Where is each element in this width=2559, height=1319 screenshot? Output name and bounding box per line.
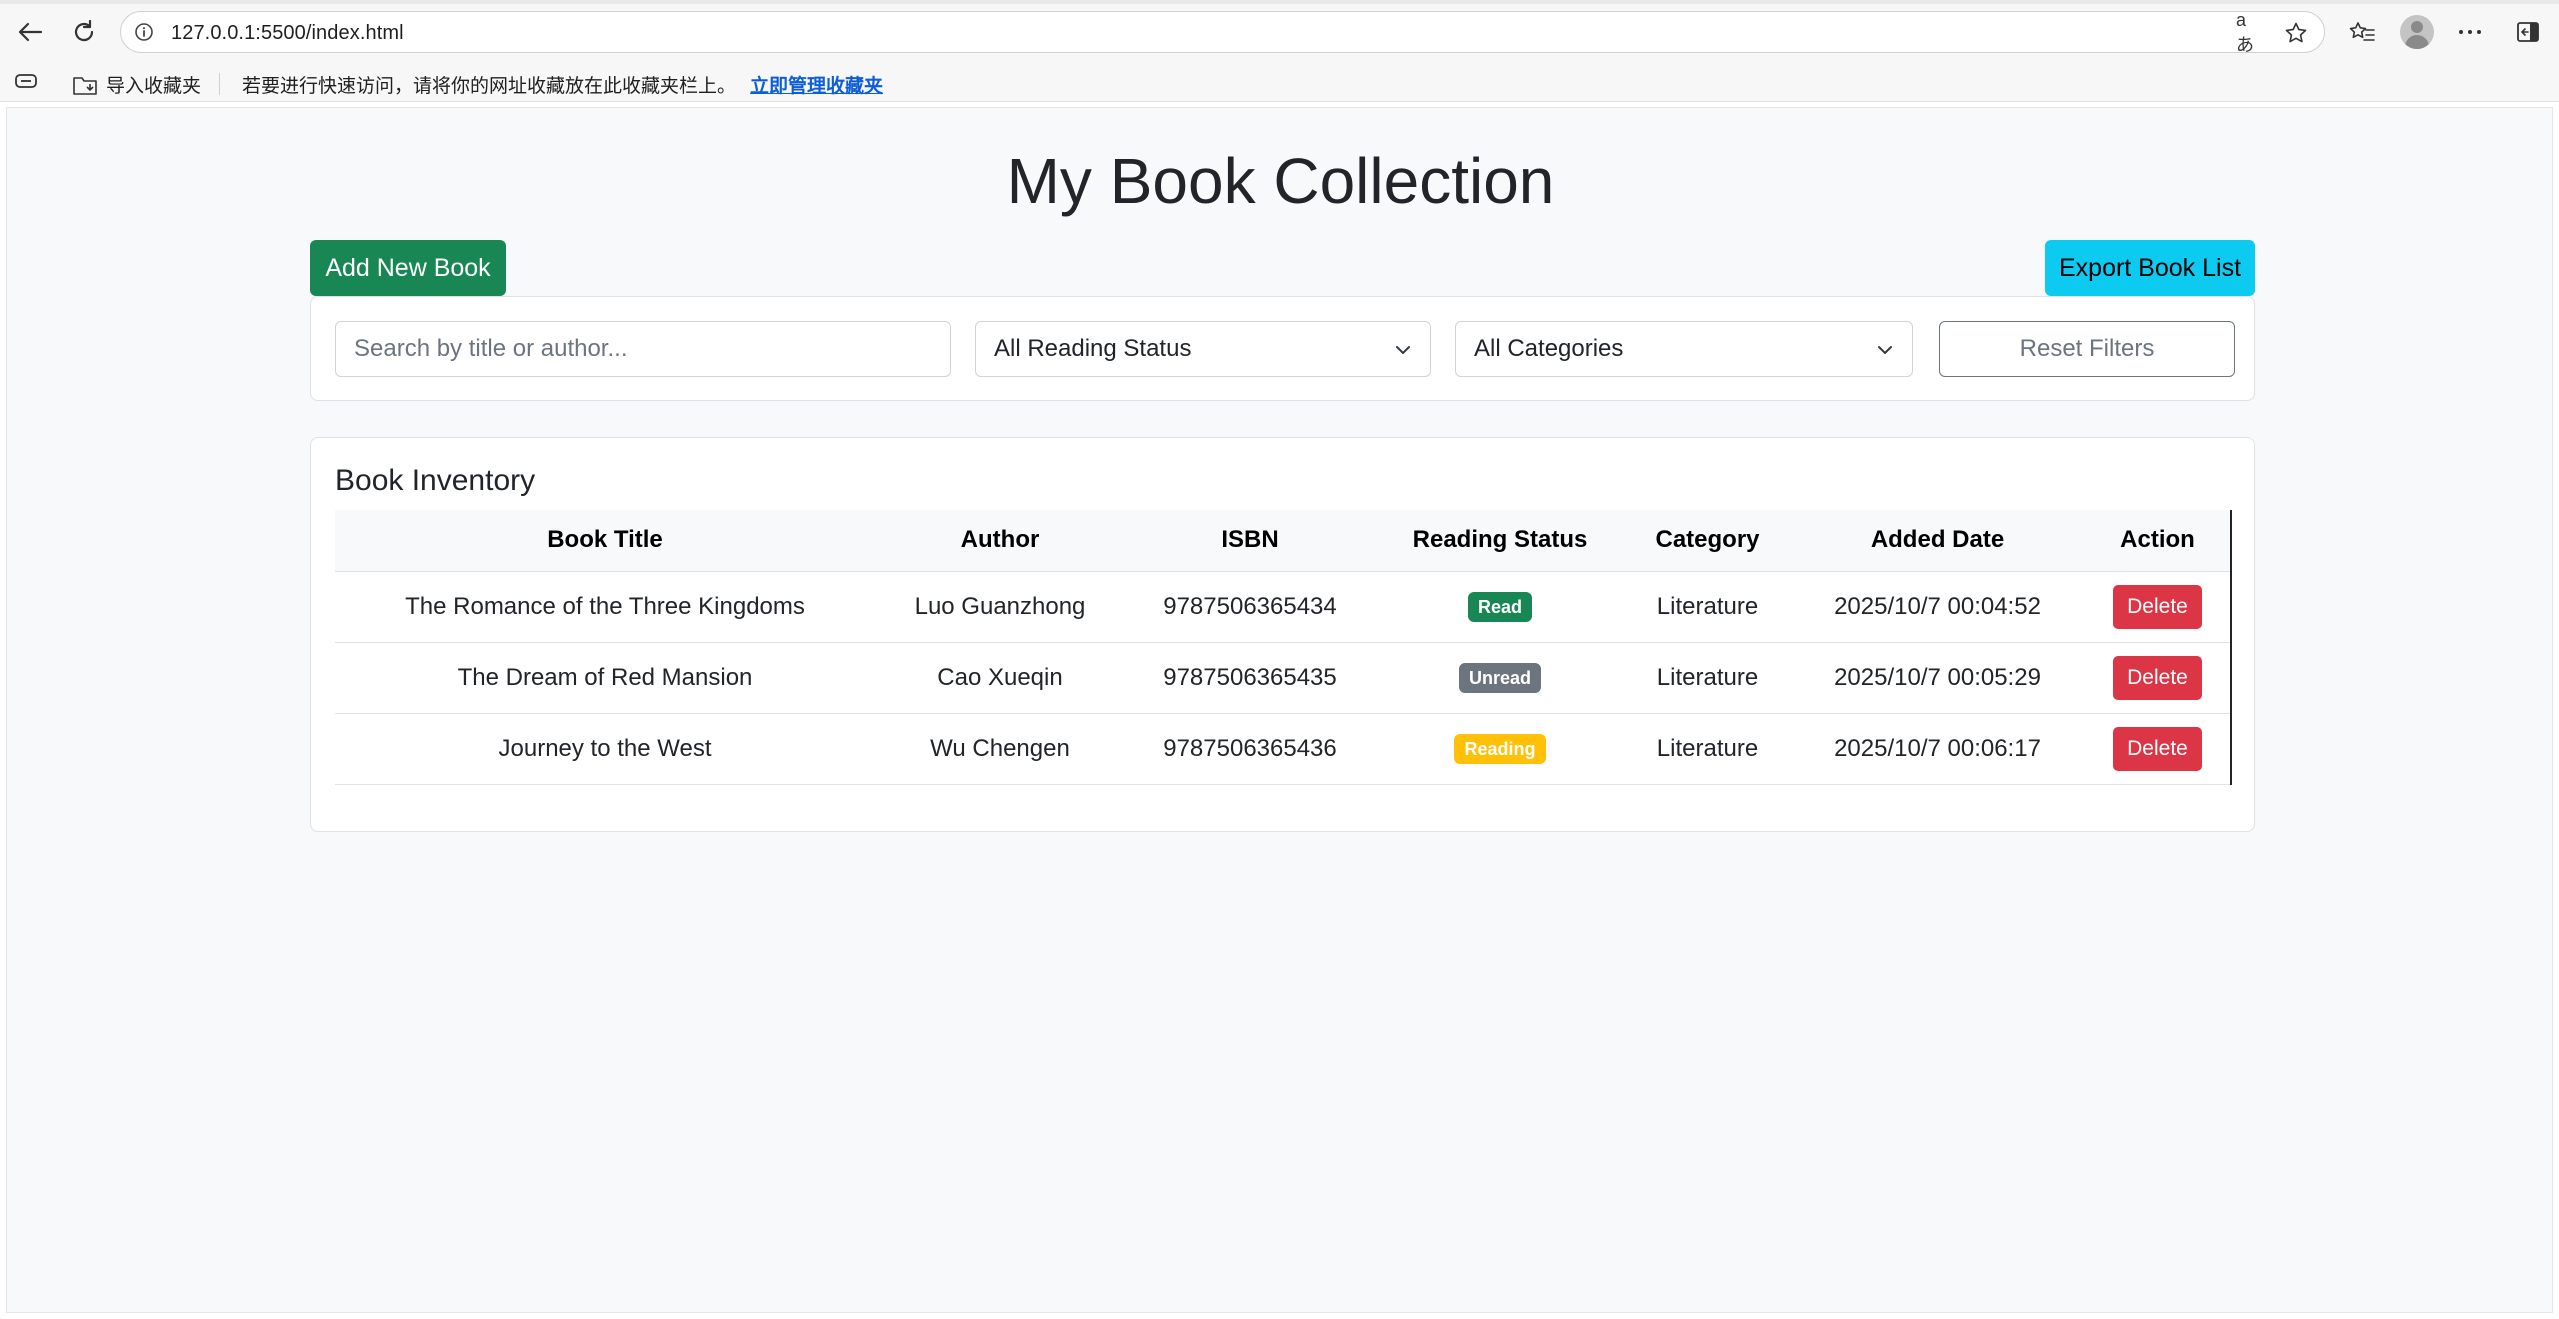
import-folder-icon bbox=[73, 76, 97, 95]
reading-status-select[interactable]: All Reading Status bbox=[975, 321, 1431, 377]
category-select-value: All Categories bbox=[1474, 335, 1624, 362]
cell-title: The Romance of the Three Kingdoms bbox=[335, 571, 875, 643]
column-header-status[interactable]: Reading Status bbox=[1375, 510, 1625, 572]
cell-added-date: 2025/10/7 00:05:29 bbox=[1790, 642, 2085, 714]
export-book-list-button[interactable]: Export Book List bbox=[2045, 240, 2255, 296]
address-bar[interactable]: 127.0.0.1:5500/index.html aあ bbox=[120, 10, 2325, 55]
favorites-icon[interactable] bbox=[2344, 14, 2380, 50]
cell-isbn: 9787506365435 bbox=[1125, 642, 1375, 714]
cell-action: Delete bbox=[2085, 713, 2230, 785]
table-header-row: Book Title Author ISBN Reading Status Ca… bbox=[335, 510, 2230, 572]
delete-button[interactable]: Delete bbox=[2113, 655, 2202, 700]
table-row: Journey to the West Wu Chengen 978750636… bbox=[335, 713, 2230, 785]
tab-strip bbox=[0, 0, 2559, 4]
search-input[interactable]: Search by title or author... bbox=[335, 321, 951, 377]
table-row: The Dream of Red Mansion Cao Xueqin 9787… bbox=[335, 642, 2230, 714]
sidebar-toggle-icon[interactable] bbox=[2510, 14, 2546, 50]
cell-status: Unread bbox=[1375, 642, 1625, 714]
filter-card: Search by title or author... All Reading… bbox=[310, 296, 2255, 401]
cell-added-date: 2025/10/7 00:04:52 bbox=[1790, 571, 2085, 643]
bookmarks-menu-icon[interactable] bbox=[14, 70, 38, 92]
column-header-title[interactable]: Book Title bbox=[335, 510, 875, 572]
reload-button[interactable] bbox=[66, 14, 102, 50]
delete-button[interactable]: Delete bbox=[2113, 726, 2202, 771]
cell-status: Read bbox=[1375, 571, 1625, 643]
cell-action: Delete bbox=[2085, 571, 2230, 643]
inventory-title: Book Inventory bbox=[335, 464, 536, 497]
add-book-button[interactable]: Add New Book bbox=[310, 240, 506, 296]
column-header-isbn[interactable]: ISBN bbox=[1125, 510, 1375, 572]
column-header-action: Action bbox=[2085, 510, 2230, 572]
column-header-added-date[interactable]: Added Date bbox=[1790, 510, 2085, 572]
site-info-icon[interactable] bbox=[133, 21, 155, 43]
cell-title: The Dream of Red Mansion bbox=[335, 642, 875, 714]
cell-author: Luo Guanzhong bbox=[875, 571, 1125, 643]
page-viewport: My Book Collection Add New Book Export B… bbox=[6, 107, 2553, 1313]
reload-icon bbox=[74, 19, 94, 42]
read-aloud-icon[interactable]: aあ bbox=[2236, 10, 2262, 55]
cell-isbn: 9787506365436 bbox=[1125, 713, 1375, 785]
chevron-down-icon bbox=[1878, 346, 1892, 354]
back-button[interactable] bbox=[12, 14, 48, 50]
cell-author: Wu Chengen bbox=[875, 713, 1125, 785]
more-menu-icon[interactable] bbox=[2452, 14, 2488, 50]
cell-status: Reading bbox=[1375, 713, 1625, 785]
inventory-card: Book Inventory Book Title Author ISBN Re… bbox=[310, 437, 2255, 832]
address-url[interactable]: 127.0.0.1:5500/index.html bbox=[171, 22, 404, 45]
cell-author: Cao Xueqin bbox=[875, 642, 1125, 714]
bookmarks-hint-text: 若要进行快速访问，请将你的网址收藏放在此收藏夹栏上。 bbox=[242, 76, 737, 97]
browser-toolbar: 127.0.0.1:5500/index.html aあ bbox=[0, 0, 2559, 64]
manage-favorites-link[interactable]: 立即管理收藏夹 bbox=[750, 71, 883, 98]
inventory-table: Book Title Author ISBN Reading Status Ca… bbox=[335, 510, 2230, 785]
status-badge: Unread bbox=[1458, 662, 1541, 693]
cell-category: Literature bbox=[1625, 642, 1790, 714]
cell-category: Literature bbox=[1625, 713, 1790, 785]
cell-title: Journey to the West bbox=[335, 713, 875, 785]
page-title: My Book Collection bbox=[1006, 145, 1555, 217]
inventory-table-container: Book Title Author ISBN Reading Status Ca… bbox=[335, 510, 2232, 785]
back-arrow-icon bbox=[18, 22, 43, 42]
bookmarks-hint: 若要进行快速访问，请将你的网址收藏放在此收藏夹栏上。 立即管理收藏夹 bbox=[242, 71, 883, 98]
bookmarks-bar: 导入收藏夹 若要进行快速访问，请将你的网址收藏放在此收藏夹栏上。 立即管理收藏夹 bbox=[0, 64, 2559, 102]
import-favorites[interactable]: 导入收藏夹 bbox=[72, 71, 201, 98]
cell-category: Literature bbox=[1625, 571, 1790, 643]
cell-action: Delete bbox=[2085, 642, 2230, 714]
reading-status-select-value: All Reading Status bbox=[994, 335, 1192, 362]
profile-avatar[interactable] bbox=[2400, 15, 2434, 49]
bookmarks-divider bbox=[219, 73, 220, 95]
delete-button[interactable]: Delete bbox=[2113, 584, 2202, 629]
cell-added-date: 2025/10/7 00:06:17 bbox=[1790, 713, 2085, 785]
cell-isbn: 9787506365434 bbox=[1125, 571, 1375, 643]
chevron-down-icon bbox=[1396, 346, 1410, 354]
table-row: The Romance of the Three Kingdoms Luo Gu… bbox=[335, 571, 2230, 643]
import-favorites-label: 导入收藏夹 bbox=[106, 76, 202, 97]
category-select[interactable]: All Categories bbox=[1455, 321, 1913, 377]
reset-filters-button[interactable]: Reset Filters bbox=[1939, 321, 2235, 377]
column-header-author[interactable]: Author bbox=[875, 510, 1125, 572]
column-header-category[interactable]: Category bbox=[1625, 510, 1790, 572]
favorite-star-icon[interactable] bbox=[2283, 20, 2309, 46]
status-badge: Reading bbox=[1454, 733, 1546, 764]
status-badge: Read bbox=[1467, 591, 1532, 622]
